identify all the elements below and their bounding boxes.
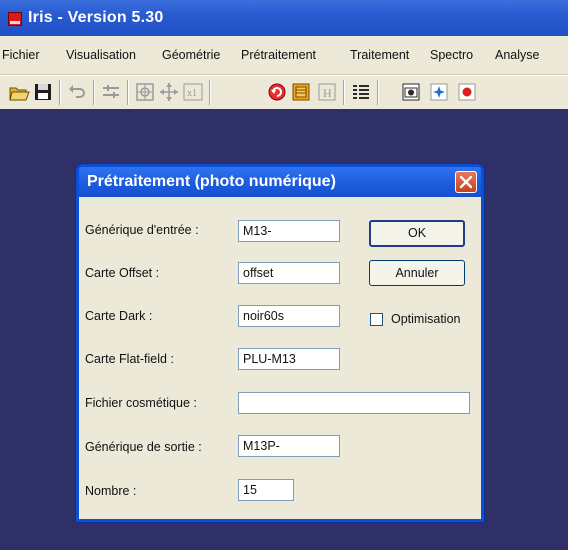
offset-label: Carte Offset : bbox=[85, 266, 160, 280]
menu-visualisation[interactable]: Visualisation bbox=[66, 48, 136, 62]
camera-icon[interactable] bbox=[400, 81, 422, 103]
histogram-icon[interactable]: H bbox=[316, 81, 338, 103]
menu-geometrie[interactable]: Géométrie bbox=[162, 48, 220, 62]
flat-field[interactable]: PLU-M13 bbox=[238, 348, 340, 370]
pretraitement-dialog: Prétraitement (photo numérique) Génériqu… bbox=[76, 164, 484, 522]
close-icon bbox=[459, 175, 473, 189]
toolbar: x1 H bbox=[0, 75, 568, 110]
cancel-button[interactable]: Annuler bbox=[369, 260, 465, 286]
input-generic-field[interactable]: M13- bbox=[238, 220, 340, 242]
iris-main-window: Iris - Version 5.30 Fichier Visualisatio… bbox=[0, 0, 568, 550]
rotate-icon[interactable] bbox=[266, 81, 288, 103]
menu-analyse[interactable]: Analyse bbox=[495, 48, 539, 62]
ok-button[interactable]: OK bbox=[369, 220, 465, 247]
list-icon[interactable] bbox=[350, 81, 372, 103]
menu-pretraitement[interactable]: Prétraitement bbox=[241, 48, 316, 62]
window-title: Iris - Version 5.30 bbox=[28, 9, 164, 26]
output-generic-label: Générique de sortie : bbox=[85, 440, 202, 454]
zoom-x1-icon[interactable]: x1 bbox=[182, 81, 204, 103]
optimisation-checkbox[interactable] bbox=[370, 313, 383, 326]
menu-fichier[interactable]: Fichier bbox=[2, 48, 40, 62]
cosmetic-field[interactable] bbox=[238, 392, 470, 414]
output-generic-field[interactable]: M13P- bbox=[238, 435, 340, 457]
dialog-title: Prétraitement (photo numérique) bbox=[87, 173, 336, 190]
record-icon[interactable] bbox=[456, 81, 478, 103]
svg-text:H: H bbox=[323, 86, 332, 100]
cosmetic-label: Fichier cosmétique : bbox=[85, 396, 197, 410]
title-bar[interactable]: Iris - Version 5.30 bbox=[0, 0, 568, 36]
undo-icon[interactable] bbox=[66, 81, 88, 103]
open-folder-icon[interactable] bbox=[8, 81, 30, 103]
app-icon bbox=[8, 12, 22, 26]
close-button[interactable] bbox=[455, 171, 477, 193]
menu-spectro[interactable]: Spectro bbox=[430, 48, 473, 62]
move-icon[interactable] bbox=[158, 81, 180, 103]
dark-field[interactable]: noir60s bbox=[238, 305, 340, 327]
dark-label: Carte Dark : bbox=[85, 309, 153, 323]
optimisation-label[interactable]: Optimisation bbox=[391, 312, 460, 326]
svg-text:x1: x1 bbox=[187, 88, 197, 99]
star-icon[interactable] bbox=[428, 81, 450, 103]
threshold-icon[interactable] bbox=[100, 81, 122, 103]
dialog-title-bar[interactable]: Prétraitement (photo numérique) bbox=[79, 167, 481, 197]
menu-traitement[interactable]: Traitement bbox=[350, 48, 409, 62]
input-generic-label: Générique d'entrée : bbox=[85, 223, 199, 237]
offset-field[interactable]: offset bbox=[238, 262, 340, 284]
zoom-grid-icon[interactable] bbox=[134, 81, 156, 103]
palette-icon[interactable] bbox=[290, 81, 312, 103]
menu-bar: Fichier Visualisation Géométrie Prétrait… bbox=[0, 36, 568, 75]
count-label: Nombre : bbox=[85, 484, 137, 498]
flat-label: Carte Flat-field : bbox=[85, 352, 174, 366]
save-icon[interactable] bbox=[32, 81, 54, 103]
count-field[interactable]: 15 bbox=[238, 479, 294, 501]
